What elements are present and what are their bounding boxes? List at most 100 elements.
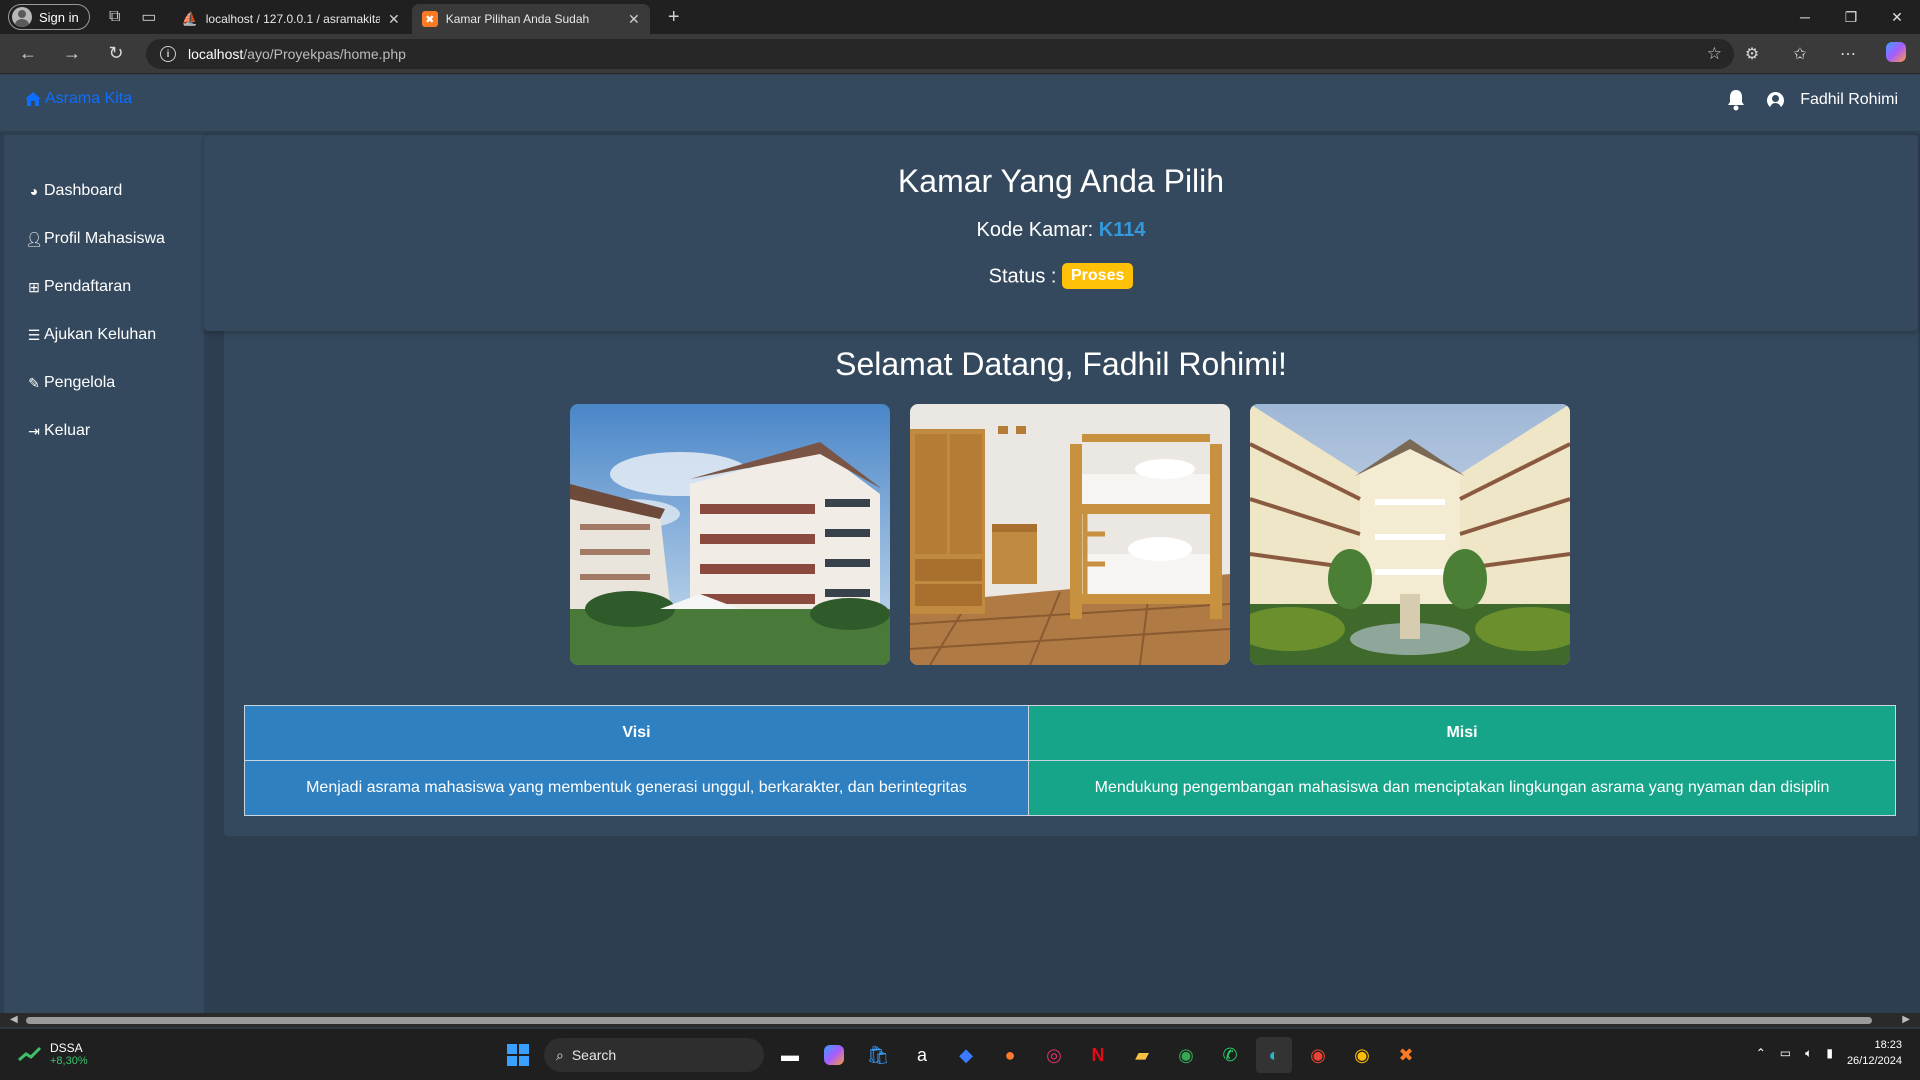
visi-header: Visi [244,705,1029,761]
selected-room-card: Kamar Yang Anda Pilih Kode Kamar: K114 S… [204,135,1918,331]
browser-tab-bar: Sign in ⧉ ▭ ⛵ localhost / 127.0.0.1 / as… [0,0,1920,34]
windows-taskbar: DSSA +8,30% ⌕ Search ▬ 🛍︎ a ◆ ● ◎ N ▰ ◉ … [0,1028,1920,1080]
battery-icon[interactable]: ▮ [1826,1046,1833,1060]
search-icon: ⌕ [556,1046,564,1063]
tray-overflow-icon[interactable]: ⌃ [1756,1046,1766,1060]
table-row: Menjadi asrama mahasiswa yang membentuk … [244,760,1896,816]
visi-misi-table: Visi Misi Menjadi asrama mahasiswa yang … [244,705,1896,816]
room-title: Kamar Yang Anda Pilih [897,163,1225,199]
sidebar-item-pendaftaran[interactable]: ⊞ Pendaftaran [4,263,204,311]
user-circle-icon[interactable] [1767,91,1785,109]
amazon-icon[interactable]: a [904,1037,940,1073]
horizontal-scrollbar[interactable]: ◀ ▶ [0,1013,1920,1027]
restore-icon[interactable]: ❐ [1828,0,1874,34]
minimize-icon[interactable]: ─ [1782,0,1828,34]
stock-name: DSSA [50,1041,83,1055]
site-info-icon[interactable]: i [160,46,176,62]
favorite-star-icon[interactable]: ☆ [1707,44,1722,64]
visi-text: Menjadi asrama mahasiswa yang membentuk … [244,760,1029,816]
notification-bell-icon[interactable] [1725,89,1747,111]
sidebar: ◕ Dashboard 👤︎ Profil Mahasiswa ⊞ Pendaf… [4,135,204,1015]
firefox-icon[interactable]: ● [992,1037,1028,1073]
favorites-icon[interactable]: ✩ [1776,44,1824,64]
close-tab-icon[interactable]: ✕ [628,11,640,28]
sidebar-item-dashboard[interactable]: ◕ Dashboard [4,167,204,215]
tab-phpmyadmin[interactable]: ⛵ localhost / 127.0.0.1 / asramakita ✕ [172,4,410,34]
chrome-profile-2-icon[interactable]: ◉ [1344,1037,1380,1073]
more-menu-icon[interactable]: ⋯ [1824,44,1872,64]
sidebar-item-ajukan-keluhan[interactable]: ☰ Ajukan Keluhan [4,311,204,359]
room-status-label: Status : [988,265,1057,288]
stock-chart-icon [18,1046,42,1062]
tab-kamar-pilihan[interactable]: ✖ Kamar Pilihan Anda Sudah ✕ [411,4,650,34]
courtyard-photo [1250,404,1570,665]
xampp-icon[interactable]: ✖ [1388,1037,1424,1073]
list-icon: ☰ [27,326,41,343]
chrome-icon[interactable]: ◉ [1168,1037,1204,1073]
dropbox-icon[interactable]: ◆ [948,1037,984,1073]
search-label: Search [571,1047,617,1063]
sidebar-item-label: Ajukan Keluhan [44,326,157,343]
sidebar-item-keluar[interactable]: ⇥ Keluar [4,407,204,455]
bunk-bed-room-photo [910,404,1230,665]
forward-icon[interactable]: → [50,43,94,64]
network-icon[interactable]: ▭ [1780,1046,1791,1060]
url-path: /ayo/Proyekpas/home.php [243,46,406,62]
scroll-right-icon[interactable]: ▶ [1902,1013,1910,1027]
status-badge: Proses [1062,263,1134,289]
file-explorer-icon[interactable]: ▰ [1124,1037,1160,1073]
whatsapp-icon[interactable]: ✆ [1212,1037,1248,1073]
new-tab-button[interactable]: + [662,6,686,29]
scrollbar-thumb[interactable] [26,1017,1872,1024]
user-name[interactable]: Fadhil Rohimi [1800,91,1898,109]
dormitory-building-photo [570,404,890,665]
window-controls: ─ ❐ ✕ [1782,0,1920,34]
address-bar-row: ← → ↻ i localhost/ayo/Proyekpas/home.php… [0,34,1920,74]
chrome-profile-icon[interactable]: ◉ [1300,1037,1336,1073]
user-icon: 👤︎ [25,230,43,247]
signin-label: Sign in [39,9,79,25]
tab-actions-icon[interactable]: ▭ [132,0,166,34]
volume-icon[interactable]: 🔈︎ [1805,1046,1812,1061]
copilot-icon[interactable] [1872,41,1920,67]
home-icon [25,92,41,106]
phpmyadmin-favicon-icon: ⛵ [181,11,198,26]
room-status-line: Status : Proses [204,263,1918,290]
instagram-icon[interactable]: ◎ [1036,1037,1072,1073]
signin-button[interactable]: Sign in [8,4,90,30]
taskbar-search[interactable]: ⌕ Search [544,1038,764,1072]
store-icon[interactable]: 🛍︎ [860,1037,896,1073]
edge-icon[interactable]: ◐ [1256,1037,1292,1073]
room-code-value: K114 [1098,219,1146,241]
sidebar-item-label: Pengelola [44,374,116,391]
gauge-icon: ◕ [29,183,39,199]
copilot-app-icon[interactable] [816,1037,852,1073]
scroll-left-icon[interactable]: ◀ [10,1013,18,1027]
close-window-icon[interactable]: ✕ [1874,0,1920,34]
xampp-favicon-icon: ✖ [421,11,438,27]
misi-header: Misi [1028,705,1896,761]
stock-widget[interactable]: DSSA +8,30% [18,1041,88,1067]
tab-title: localhost / 127.0.0.1 / asramakita [205,12,381,26]
back-icon[interactable]: ← [6,43,50,64]
room-code-line: Kode Kamar: K114 [204,219,1918,242]
reload-icon[interactable]: ↻ [94,43,138,64]
close-tab-icon[interactable]: ✕ [388,11,400,28]
sidebar-item-profil-mahasiswa[interactable]: 👤︎ Profil Mahasiswa [4,215,204,263]
welcome-heading: Selamat Datang, Fadhil Rohimi! [835,346,1287,382]
clock-date: 26/12/2024 [1846,1055,1902,1067]
workspaces-icon[interactable]: ⧉ [98,0,132,34]
windows-start-icon[interactable] [500,1037,536,1073]
sidebar-item-pengelola[interactable]: ✎ Pengelola [4,359,204,407]
netflix-icon[interactable]: N [1080,1037,1116,1073]
extensions-icon[interactable]: ⚙ [1728,44,1776,64]
sidebar-item-label: Profil Mahasiswa [44,230,165,247]
clock-time: 18:23 [1874,1039,1902,1051]
task-view-icon[interactable]: ▬ [772,1037,808,1073]
sidebar-item-label: Dashboard [44,182,123,199]
navbar-right: Fadhil Rohimi [1725,89,1898,111]
url-input[interactable]: i localhost/ayo/Proyekpas/home.php ☆ [146,39,1734,69]
clock[interactable]: 18:23 26/12/2024 [1847,1037,1902,1069]
brand-link[interactable]: Asrama Kita [25,90,132,108]
sign-out-icon: ⇥ [28,422,40,439]
